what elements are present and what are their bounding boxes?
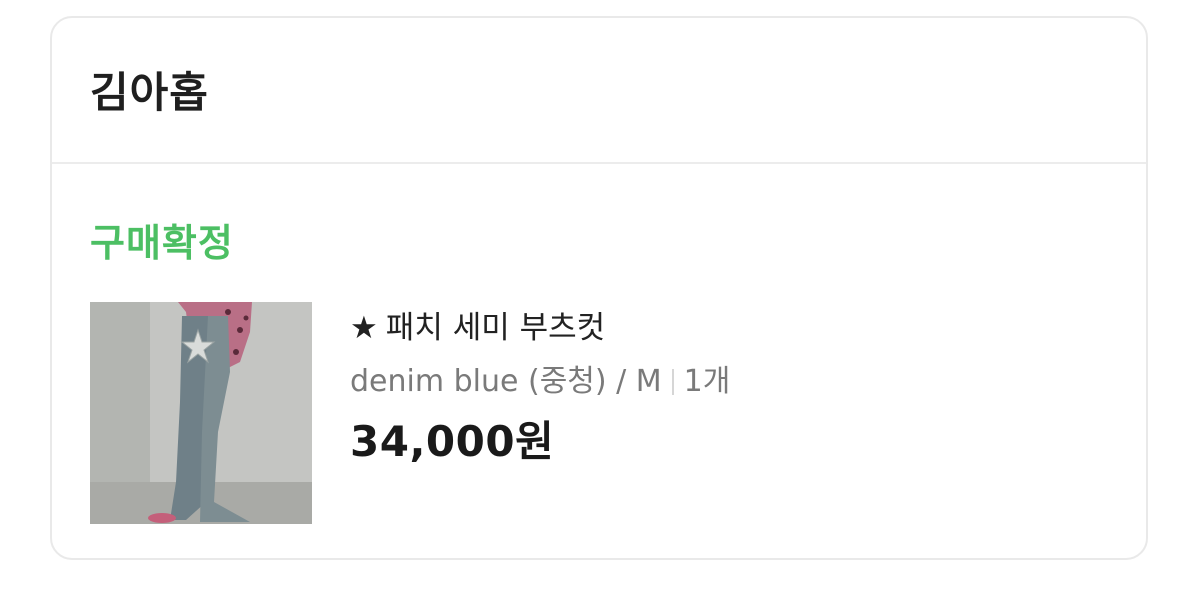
product-option-text: denim blue (중청) / M [350, 364, 662, 399]
star-icon: ★ [350, 310, 378, 346]
order-status-label: 구매확정 [90, 221, 234, 265]
store-name[interactable]: 김아홉 [90, 59, 209, 120]
product-quantity: 1개 [683, 364, 731, 399]
product-options: denim blue (중청) / M 1개 [350, 362, 730, 402]
product-price: 34,000원 [350, 417, 555, 466]
product-title-text: 패치 세미 부츠컷 [385, 310, 606, 346]
card-header: 김아홉 [52, 18, 1146, 164]
product-info: ★ 패치 세미 부츠컷 denim blue (중청) / M 1개 34,000… [350, 306, 730, 468]
product-thumbnail[interactable] [90, 302, 312, 524]
order-card: 김아홉 구매확정 ★ 패치 세미 부츠컷 denim blue (중청) / M… [50, 16, 1148, 560]
product-photo-denim-jeans [90, 302, 312, 524]
option-divider [671, 369, 674, 395]
product-title[interactable]: ★ 패치 세미 부츠컷 [350, 306, 730, 350]
